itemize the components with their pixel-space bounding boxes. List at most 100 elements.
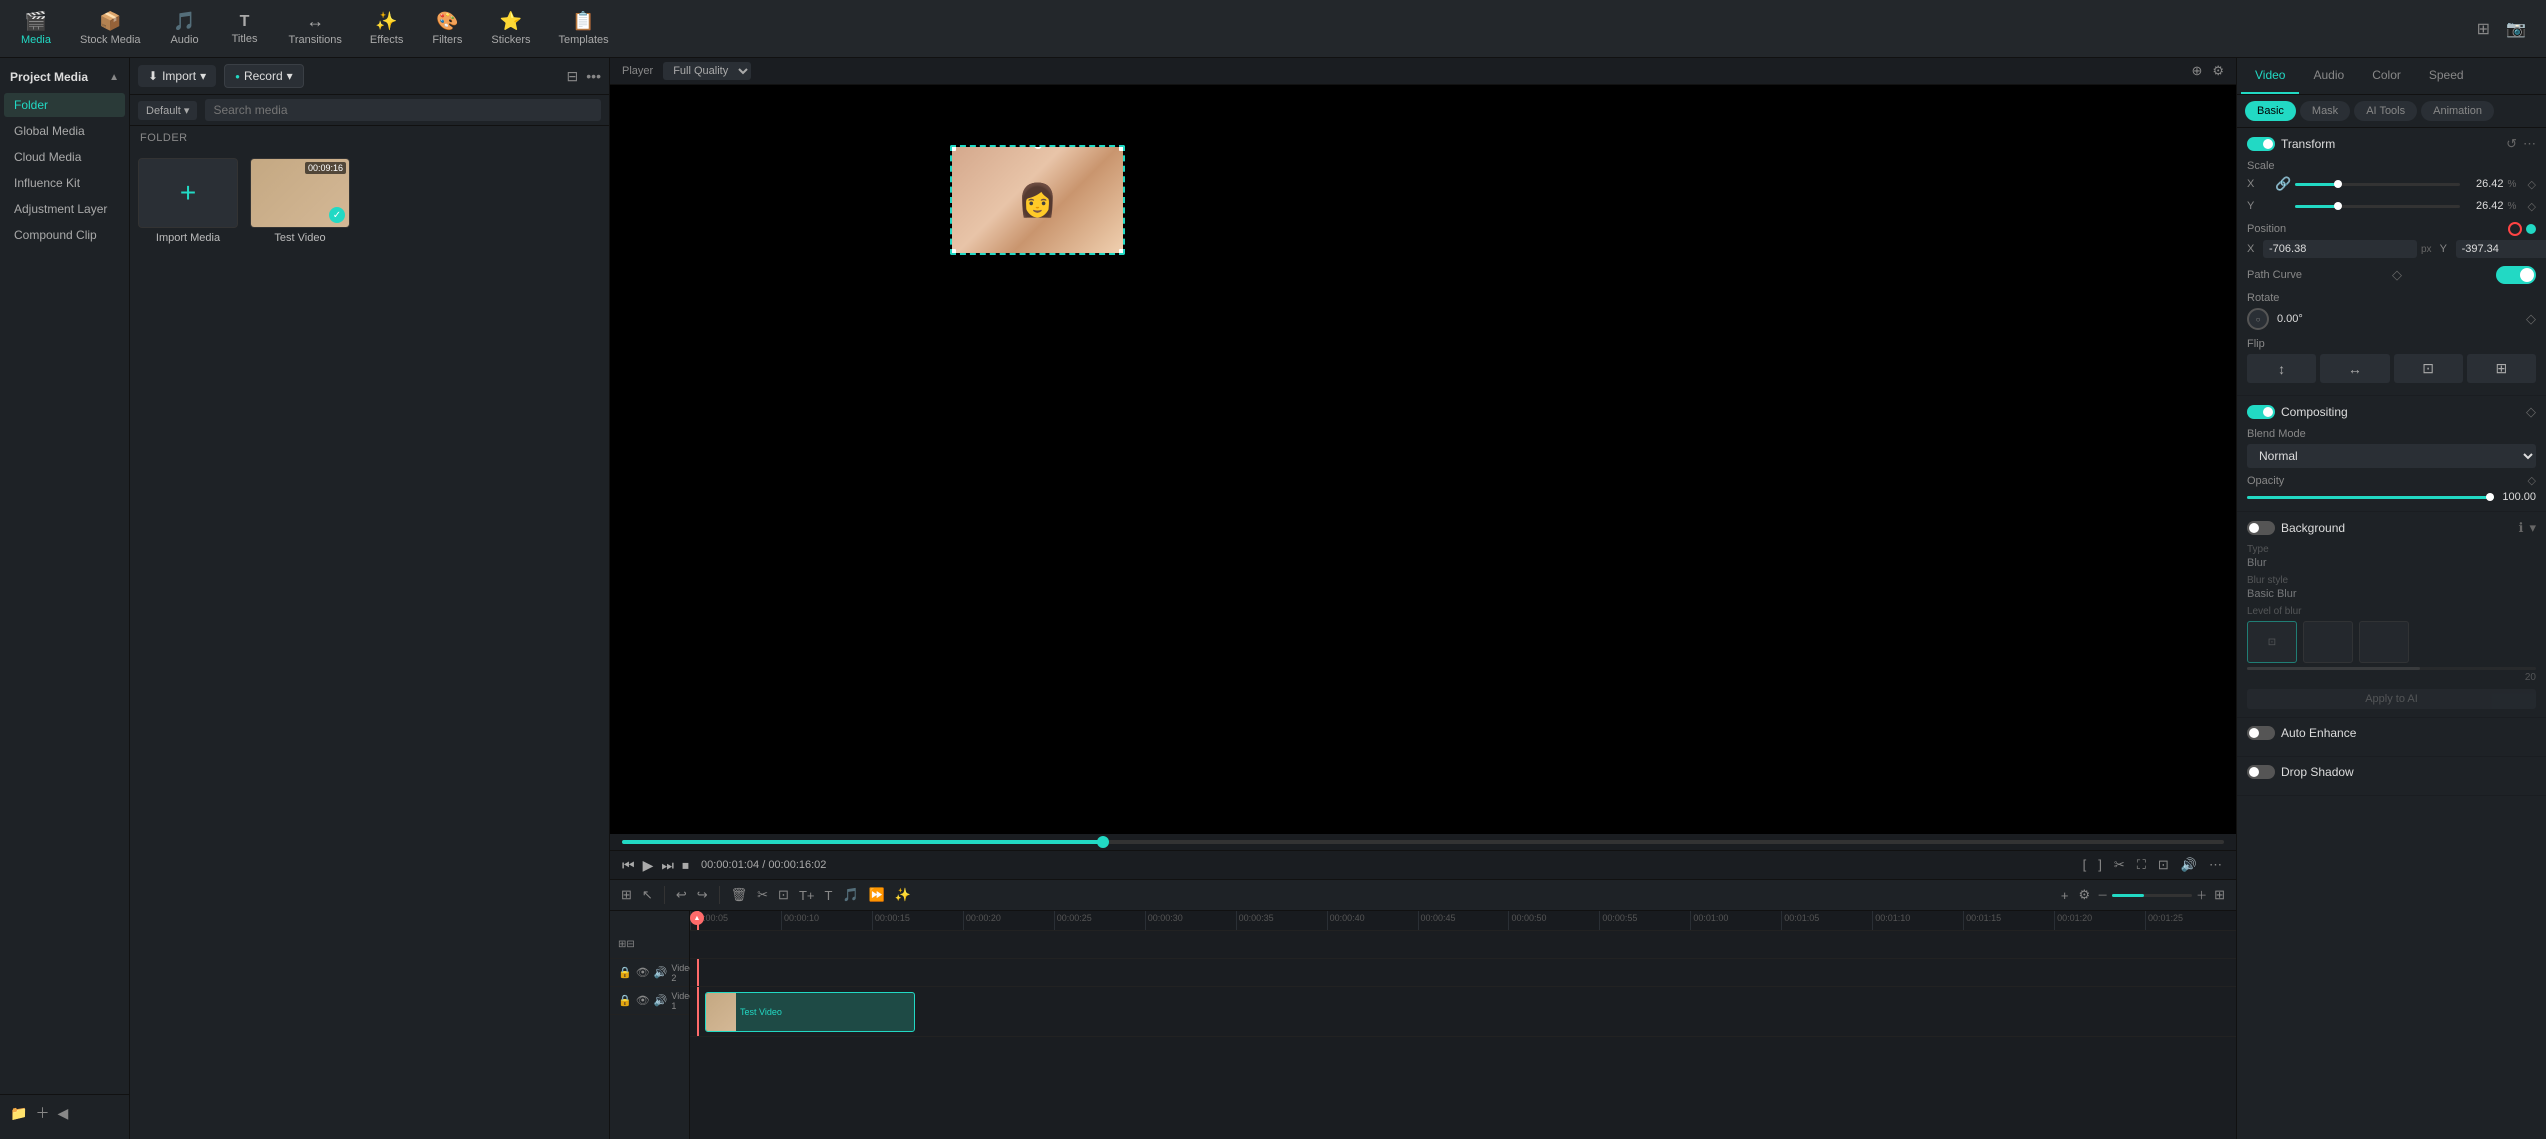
corner-handle-br[interactable]: [1119, 249, 1125, 255]
scale-link-icon[interactable]: 🔗: [2275, 176, 2291, 192]
scale-y-handle[interactable]: [2334, 202, 2342, 210]
tl-zoom-in-icon[interactable]: T+: [796, 885, 818, 906]
more-icon[interactable]: •••: [586, 68, 601, 85]
position-y-input[interactable]: [2456, 240, 2546, 258]
test-video-thumb[interactable]: 00:09:16 ✓: [250, 158, 350, 228]
camera-icon[interactable]: 📷: [2502, 15, 2530, 43]
add-item-icon[interactable]: ＋: [35, 1103, 49, 1123]
sidebar-item-compound-clip[interactable]: Compound Clip: [4, 223, 125, 247]
tl-add-track-button[interactable]: ⊞: [618, 884, 635, 906]
zoom-slider[interactable]: [2112, 894, 2192, 897]
tl-settings-button[interactable]: ⚙: [2075, 884, 2093, 906]
progress-handle[interactable]: [1097, 836, 1109, 848]
flip-vertical-button[interactable]: ↔: [2320, 354, 2389, 383]
test-video-item[interactable]: 00:09:16 ✓ Test Video: [250, 158, 350, 1131]
transform-collapse-icon[interactable]: ⋯: [2523, 136, 2536, 152]
nav-transitions[interactable]: ↔ Transitions: [277, 7, 354, 50]
blur-level-slider[interactable]: [2247, 667, 2536, 670]
crop-button[interactable]: ⊡: [2156, 855, 2171, 875]
filter-icon[interactable]: ⊟: [567, 68, 579, 85]
tl-effects-tool[interactable]: ✨: [892, 884, 914, 906]
tab-video[interactable]: Video: [2241, 58, 2299, 94]
import-button[interactable]: ⬇ Import ▾: [138, 65, 216, 87]
playhead-head[interactable]: ▲: [690, 911, 704, 925]
tl-crop-button[interactable]: ⊡: [775, 884, 792, 906]
video-clip[interactable]: Test Video: [705, 992, 915, 1032]
tl-speed-tool[interactable]: ⏩: [866, 884, 888, 906]
scale-y-slider[interactable]: [2295, 205, 2459, 208]
tl-resize-icon[interactable]: ⊟: [626, 939, 634, 950]
tl-split-button[interactable]: ✂: [754, 884, 771, 906]
sidebar-item-global-media[interactable]: Global Media: [4, 119, 125, 143]
tl-audio-tool[interactable]: 🎵: [839, 884, 861, 906]
nav-effects[interactable]: ✨ Effects: [358, 7, 415, 50]
play-button[interactable]: ▶: [643, 857, 654, 874]
audio-meter-icon[interactable]: 🔊: [2179, 855, 2199, 875]
zoom-icon[interactable]: ⊕: [2191, 63, 2202, 79]
scale-x-handle[interactable]: [2334, 180, 2342, 188]
nav-titles[interactable]: T Titles: [217, 9, 273, 49]
tl-track-lock-icon[interactable]: 🔒: [618, 966, 632, 979]
tl-v1-eye-icon[interactable]: 👁: [636, 994, 650, 1007]
auto-enhance-toggle[interactable]: [2247, 726, 2275, 740]
blur-box-3[interactable]: [2359, 621, 2409, 663]
fullscreen-button[interactable]: ⛶: [2135, 855, 2148, 875]
compositing-reset-icon[interactable]: ◇: [2526, 404, 2536, 420]
settings-icon[interactable]: ⚙: [2212, 63, 2224, 79]
path-curve-reset-icon[interactable]: ◇: [2392, 267, 2402, 283]
nav-audio[interactable]: 🎵 Audio: [157, 7, 213, 50]
sidebar-item-cloud-media[interactable]: Cloud Media: [4, 145, 125, 169]
default-dropdown[interactable]: Default ▾: [138, 101, 197, 120]
drop-shadow-toggle[interactable]: [2247, 765, 2275, 779]
transform-toggle[interactable]: [2247, 137, 2275, 151]
blur-box-2[interactable]: [2303, 621, 2353, 663]
tab-speed[interactable]: Speed: [2415, 58, 2478, 94]
tl-track-eye-icon[interactable]: 👁: [636, 966, 650, 979]
import-media-item[interactable]: + Import Media: [138, 158, 238, 1131]
flip-horizontal-button[interactable]: ↕: [2247, 354, 2316, 383]
sidebar-item-influence-kit[interactable]: Influence Kit: [4, 171, 125, 195]
flip-diagonal1-button[interactable]: ⊡: [2394, 354, 2463, 383]
sidebar-item-folder[interactable]: Folder: [4, 93, 125, 117]
skip-back-button[interactable]: ⏮: [622, 857, 635, 874]
tl-delete-button[interactable]: 🗑: [728, 884, 751, 906]
tl-text-tool[interactable]: T: [822, 885, 836, 906]
nav-templates[interactable]: 📋 Templates: [546, 7, 620, 50]
more-options-icon[interactable]: ⋯: [2207, 855, 2224, 875]
scale-y-reset[interactable]: ◇: [2528, 200, 2536, 213]
flip-diagonal2-button[interactable]: ⊞: [2467, 354, 2536, 383]
opacity-reset-icon[interactable]: ◇: [2528, 474, 2536, 487]
preview-progress-bar[interactable]: [622, 840, 2224, 844]
tab-color[interactable]: Color: [2358, 58, 2415, 94]
rotate-reset-icon[interactable]: ◇: [2526, 311, 2536, 327]
path-curve-toggle[interactable]: [2496, 266, 2536, 284]
nav-media[interactable]: 🎬 Media: [8, 7, 64, 50]
tl-select-tool[interactable]: ↖: [639, 884, 656, 906]
collapse-left-icon[interactable]: ◀: [57, 1105, 68, 1122]
tab-audio[interactable]: Audio: [2299, 58, 2358, 94]
tl-v1-mute-icon[interactable]: 🔊: [654, 994, 668, 1007]
corner-handle-bl[interactable]: [950, 249, 956, 255]
tl-track-mute-icon[interactable]: 🔊: [654, 966, 668, 979]
mark-in-button[interactable]: [: [2081, 855, 2089, 875]
tl-undo-button[interactable]: ↩: [673, 884, 690, 906]
scale-x-reset[interactable]: ◇: [2528, 178, 2536, 191]
subtab-mask[interactable]: Mask: [2300, 101, 2350, 121]
apply-to-ai-button[interactable]: Apply to AI: [2247, 689, 2536, 709]
split-button[interactable]: ✂: [2112, 855, 2127, 875]
new-folder-icon[interactable]: 📁: [10, 1105, 27, 1122]
transform-reset-icon[interactable]: ↺: [2506, 136, 2517, 152]
tl-add-icon[interactable]: ⊞: [618, 939, 626, 950]
opacity-handle[interactable]: [2486, 493, 2494, 501]
subtab-animation[interactable]: Animation: [2421, 101, 2494, 121]
zoom-in-icon[interactable]: ＋: [2196, 887, 2207, 903]
position-keyframe-dot[interactable]: [2526, 224, 2536, 234]
import-media-thumb[interactable]: +: [138, 158, 238, 228]
skip-forward-button[interactable]: ⏭: [661, 857, 674, 874]
record-button[interactable]: ● Record ▾: [224, 64, 304, 88]
tl-v1-lock-icon[interactable]: 🔒: [618, 994, 632, 1007]
nav-stock-media[interactable]: 📦 Stock Media: [68, 7, 153, 50]
monitor-icon[interactable]: ⊞: [2473, 15, 2494, 43]
nav-filters[interactable]: 🎨 Filters: [419, 7, 475, 50]
mark-out-button[interactable]: ]: [2096, 855, 2104, 875]
